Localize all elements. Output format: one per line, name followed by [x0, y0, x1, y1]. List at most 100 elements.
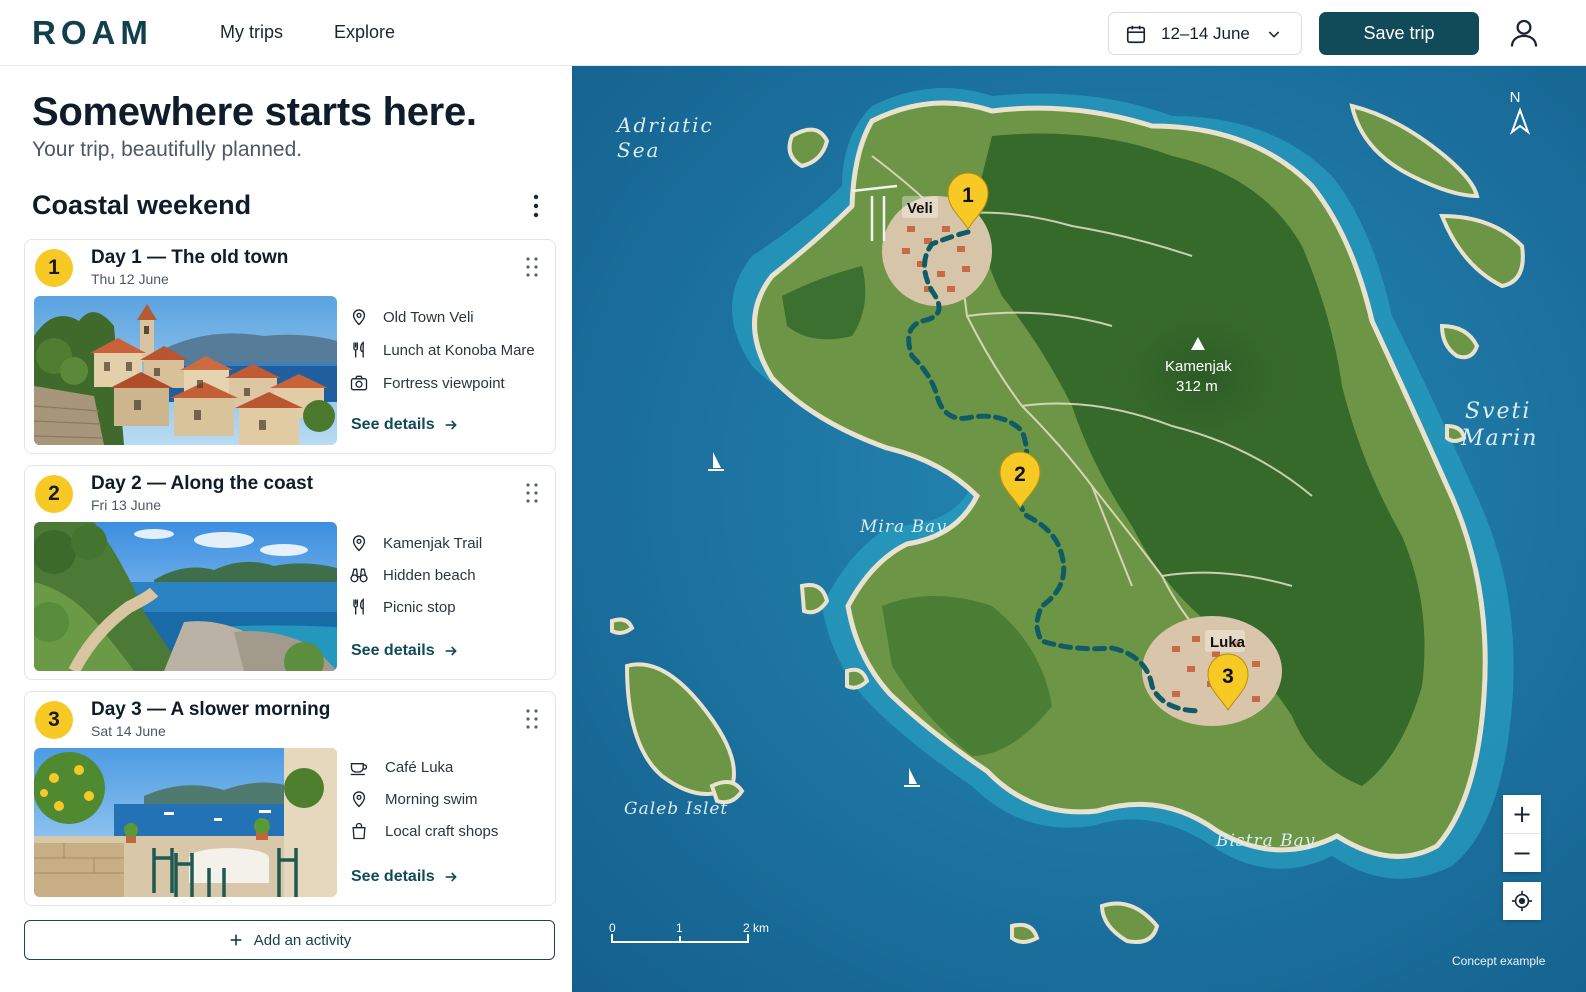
map-label-veli: Veli: [907, 200, 933, 217]
activity-item[interactable]: Old Town Veli: [349, 307, 474, 327]
day-title: Day 2 — Along the coast: [91, 473, 314, 494]
map-label-sea: Sea: [617, 138, 660, 162]
activity-label: Lunch at Konoba Mare: [383, 341, 535, 359]
map-label-mira-bay: Mira Bay: [859, 517, 947, 537]
activity-label: Kamenjak Trail: [383, 534, 483, 552]
nav-my-trips[interactable]: My trips: [220, 22, 283, 43]
locate-button[interactable]: [1503, 882, 1541, 920]
coast-trail-photo: [34, 522, 337, 671]
logo[interactable]: ROAM: [32, 14, 153, 52]
activity-item[interactable]: Local craft shops: [349, 821, 498, 841]
marker-number: 1: [962, 184, 974, 207]
itinerary-panel: Somewhere starts here. Your trip, beauti…: [0, 66, 572, 992]
drag-handle-icon[interactable]: [525, 256, 539, 278]
arrow-right-icon: [445, 872, 457, 882]
zoom-in-button[interactable]: +: [1503, 795, 1541, 833]
page-title: Somewhere starts here.: [32, 90, 477, 134]
activity-item[interactable]: Lunch at Konoba Mare: [349, 340, 535, 360]
day-card-3[interactable]: 3 Day 3 — A slower morning Sat 14 June C…: [24, 691, 556, 906]
scale-label-0: 0: [609, 921, 616, 935]
see-details-label: See details: [351, 416, 435, 433]
activity-label: Local craft shops: [385, 822, 499, 840]
locate-control: [1503, 882, 1541, 920]
activity-label: Café Luka: [385, 758, 454, 776]
day-title: Day 3 — A slower morning: [91, 699, 331, 720]
activity-label: Hidden beach: [383, 566, 476, 584]
pin-icon: [352, 535, 366, 552]
activity-label: Old Town Veli: [383, 308, 474, 326]
cafe-terrace-photo: [34, 748, 337, 897]
user-icon[interactable]: [1507, 16, 1541, 50]
arrow-right-icon: [445, 420, 457, 430]
page-subtitle: Your trip, beautifully planned.: [32, 138, 303, 161]
day-date: Sat 14 June: [91, 723, 166, 739]
map-canvas[interactable]: Adriatic Sea Sveti Marin Mira Bay Galeb …: [572, 66, 1586, 992]
scale-label-2: 2 km: [743, 921, 769, 935]
activity-item[interactable]: Morning swim: [349, 789, 478, 809]
plus-icon: [230, 934, 242, 946]
calendar-icon: [1126, 25, 1146, 43]
marker-number: 2: [1014, 463, 1026, 486]
day-date: Thu 12 June: [91, 271, 169, 287]
day-title: Day 1 — The old town: [91, 247, 289, 268]
date-range-label: 12–14 June: [1161, 23, 1250, 43]
activity-label: Morning swim: [385, 790, 478, 808]
see-details-label: See details: [351, 868, 435, 885]
camera-icon: [350, 375, 368, 391]
activity-item[interactable]: Café Luka: [349, 757, 453, 777]
activity-item[interactable]: Picnic stop: [349, 597, 456, 617]
date-range-picker[interactable]: 12–14 June: [1108, 12, 1302, 55]
zoom-out-button[interactable]: −: [1503, 834, 1541, 872]
more-options-icon[interactable]: [524, 193, 548, 219]
see-details-link[interactable]: See details: [351, 416, 459, 434]
arrow-right-icon: [445, 646, 457, 656]
marker-number: 3: [1222, 665, 1234, 688]
map-label-sveti: Sveti: [1465, 399, 1531, 424]
chevron-down-icon: [1268, 30, 1280, 38]
activity-label: Picnic stop: [383, 598, 456, 616]
activity-label: Fortress viewpoint: [383, 374, 505, 392]
compass-label: N: [1510, 89, 1521, 106]
activity-item[interactable]: Fortress viewpoint: [349, 373, 505, 393]
hill-shading: [1062, 266, 1342, 486]
map-label-peak: Kamenjak: [1165, 358, 1232, 375]
old-town-photo: [34, 296, 337, 445]
scale-label-1: 1: [676, 921, 683, 935]
day-number-badge: 1: [35, 249, 73, 287]
map-label-luka: Luka: [1210, 634, 1246, 651]
activity-item[interactable]: Kamenjak Trail: [349, 533, 482, 553]
trip-map[interactable]: Adriatic Sea Sveti Marin Mira Bay Galeb …: [572, 66, 1586, 992]
shopping-bag-icon: [352, 822, 366, 840]
map-label-galeb-islet: Galeb Islet: [624, 799, 728, 819]
pin-icon: [352, 791, 366, 808]
day-date: Fri 13 June: [91, 497, 162, 513]
map-label-marin: Marin: [1460, 426, 1538, 451]
top-bar: ROAM My trips Explore 12–14 June Save tr…: [0, 0, 1586, 66]
fork-knife-icon: [353, 598, 364, 615]
add-activity-button[interactable]: Add an activity: [24, 920, 555, 960]
add-activity-label: Add an activity: [253, 931, 352, 949]
day-card-2[interactable]: 2 Day 2 — Along the coast Fri 13 June Ka…: [24, 465, 556, 680]
binoculars-icon: [350, 568, 368, 583]
concept-footnote: Concept example: [1452, 954, 1546, 968]
activity-item[interactable]: Hidden beach: [349, 565, 476, 585]
map-label-adriatic: Adriatic: [615, 113, 714, 137]
map-label-peak-height: 312 m: [1176, 378, 1218, 395]
day-number-badge: 2: [35, 475, 73, 513]
zoom-controls: + −: [1503, 795, 1541, 872]
see-details-link[interactable]: See details: [351, 868, 459, 886]
trip-title: Coastal weekend: [32, 190, 252, 220]
crosshair-icon: [1511, 890, 1533, 912]
nav-explore[interactable]: Explore: [334, 22, 395, 43]
day-number-badge: 3: [35, 701, 73, 739]
map-label-bistra-bay: Bistra Bay: [1215, 831, 1315, 851]
drag-handle-icon[interactable]: [525, 482, 539, 504]
save-trip-button[interactable]: Save trip: [1319, 12, 1479, 55]
fork-knife-icon: [353, 341, 364, 358]
see-details-label: See details: [351, 642, 435, 659]
drag-handle-icon[interactable]: [525, 708, 539, 730]
see-details-link[interactable]: See details: [351, 642, 459, 660]
day-card-1[interactable]: 1 Day 1 — The old town Thu 12 June Old T…: [24, 239, 556, 454]
coffee-cup-icon: [350, 763, 368, 776]
pin-icon: [352, 309, 366, 326]
